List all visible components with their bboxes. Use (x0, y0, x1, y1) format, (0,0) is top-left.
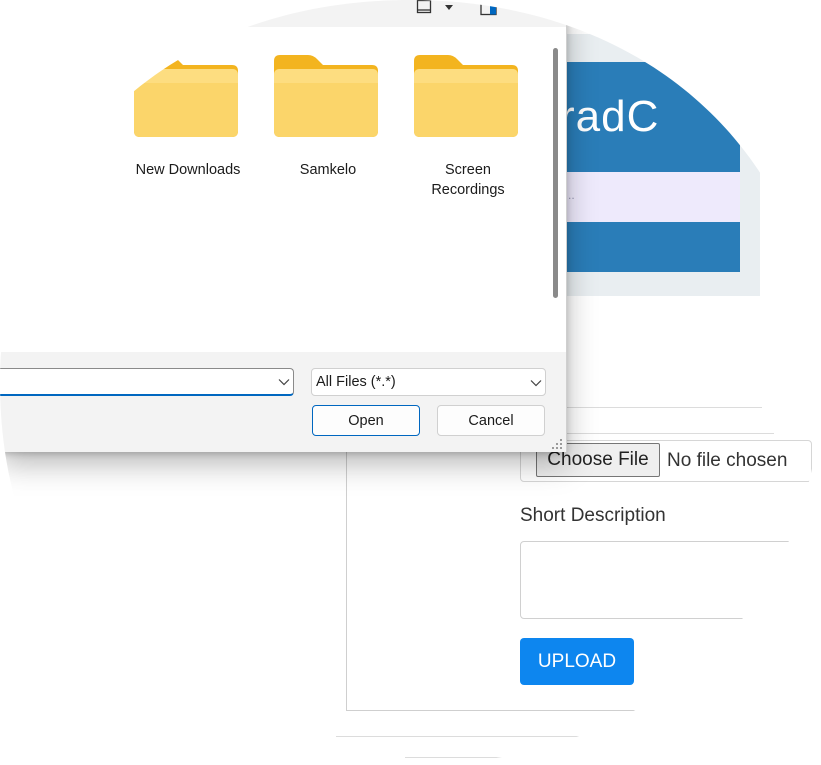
resize-grip-icon[interactable] (551, 438, 563, 450)
brand-title: radC (560, 92, 660, 141)
folder-item[interactable]: Screen Recordings (408, 28, 528, 208)
file-name-input[interactable] (0, 368, 294, 396)
chevron-down-icon (530, 380, 542, 387)
upload-button[interactable]: UPLOAD (520, 638, 634, 685)
view-options-caret-icon[interactable] (444, 4, 454, 12)
divider (336, 736, 634, 737)
divider (405, 757, 557, 758)
folder-icon (414, 55, 518, 137)
help-icon[interactable] (527, 0, 543, 14)
short-description-label: Short Description (520, 505, 666, 526)
folder-item[interactable]: ths (0, 28, 80, 208)
file-type-select[interactable]: All Files (*.*) (311, 368, 546, 396)
folder-label: ths (14, 162, 34, 178)
open-button[interactable]: Open (312, 405, 420, 436)
divider (546, 407, 762, 408)
no-file-chosen-text: No file chosen (667, 450, 788, 471)
dialog-toolbar (0, 0, 566, 26)
file-type-selected: All Files (*.*) (316, 374, 396, 390)
open-file-dialog: ths New Downloads Samkelo Screen Recordings… (0, 0, 567, 452)
cancel-button[interactable]: Cancel (437, 405, 545, 436)
folder-icon (0, 55, 70, 137)
view-icon[interactable] (416, 0, 432, 14)
scrollbar-thumb[interactable] (553, 48, 558, 298)
folder-label: Samkelo (299, 162, 357, 178)
preview-pane-icon[interactable] (480, 0, 498, 16)
short-description-textarea[interactable] (520, 541, 821, 619)
folder-icon (134, 55, 238, 137)
folder-icon (274, 55, 378, 137)
folder-item[interactable]: Samkelo (268, 28, 388, 208)
nav-strip-text: .. (568, 188, 575, 202)
screenshot: radC .. Choose File No file chosen Short… (0, 0, 821, 765)
folder-item[interactable]: New Downloads (128, 28, 248, 208)
folder-label: Screen Recordings (431, 162, 505, 198)
folder-label: New Downloads (135, 162, 241, 178)
chevron-down-icon[interactable] (278, 378, 290, 386)
